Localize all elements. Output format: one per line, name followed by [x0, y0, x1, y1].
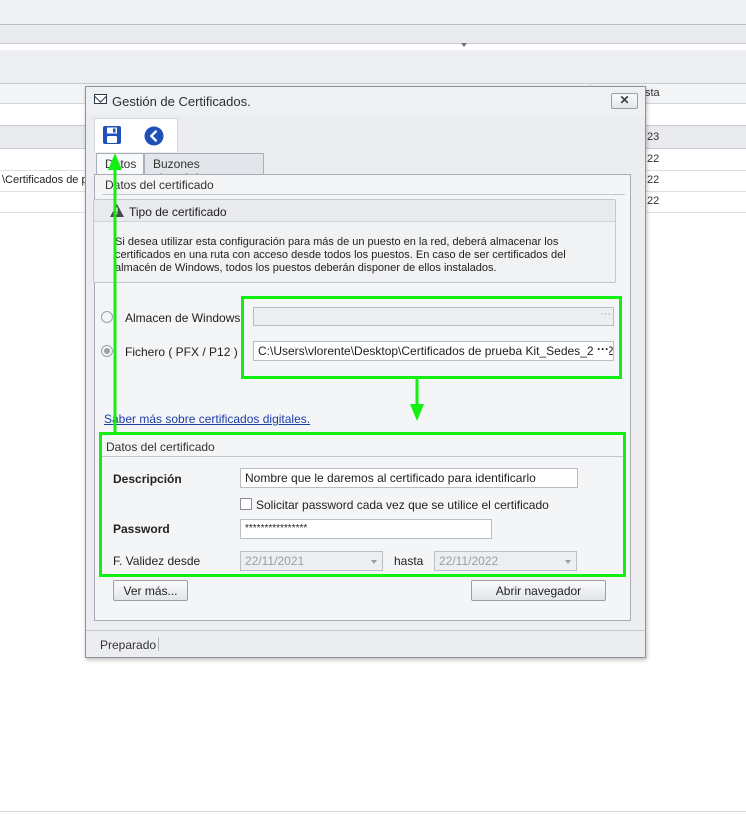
annotation-arrowhead-up — [108, 153, 122, 170]
annotation-arrowhead-down — [410, 404, 424, 421]
annotation-arrows — [108, 153, 424, 432]
